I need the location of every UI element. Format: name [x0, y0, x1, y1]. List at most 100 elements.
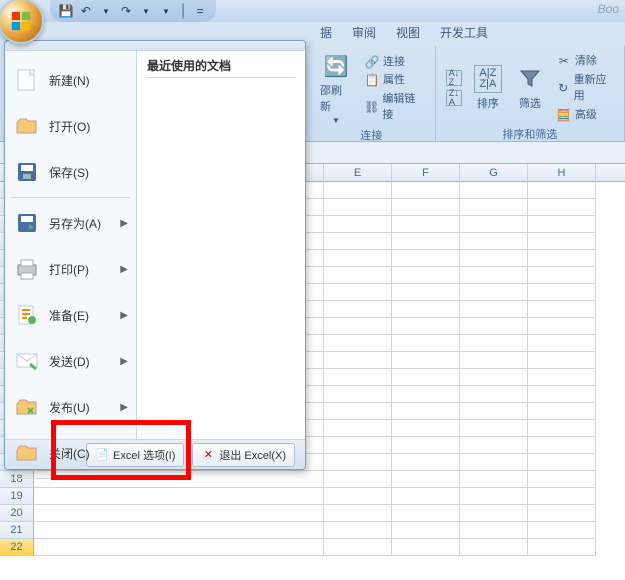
cell[interactable]	[392, 488, 460, 505]
sort-az-button[interactable]: A↓Z	[444, 69, 464, 87]
cell[interactable]	[460, 420, 528, 437]
cell[interactable]	[392, 216, 460, 233]
reapply-button[interactable]: ↻重新应用	[554, 71, 616, 106]
connections-button[interactable]: 🔗连接	[362, 53, 427, 72]
cell[interactable]	[392, 182, 460, 199]
cell[interactable]	[34, 488, 324, 505]
save-icon[interactable]: 💾	[58, 3, 74, 19]
sort-button[interactable]: A|ZZ|A 排序	[470, 63, 506, 113]
cell[interactable]	[392, 471, 460, 488]
cell[interactable]	[324, 301, 392, 318]
cell[interactable]	[460, 250, 528, 267]
cell[interactable]	[392, 386, 460, 403]
cell[interactable]	[324, 352, 392, 369]
cell[interactable]	[460, 369, 528, 386]
cell[interactable]	[460, 471, 528, 488]
menu-item-1[interactable]: 打开(O)	[5, 103, 136, 149]
cell[interactable]	[528, 369, 596, 386]
cell[interactable]	[324, 522, 392, 539]
cell[interactable]	[392, 369, 460, 386]
cell[interactable]	[392, 199, 460, 216]
cell[interactable]	[324, 505, 392, 522]
col-head-e[interactable]: E	[324, 164, 392, 181]
cell[interactable]	[460, 301, 528, 318]
cell[interactable]	[528, 386, 596, 403]
cell[interactable]	[528, 488, 596, 505]
col-head-h[interactable]: H	[528, 164, 596, 181]
cell[interactable]	[324, 216, 392, 233]
cell[interactable]	[324, 488, 392, 505]
cell[interactable]	[392, 250, 460, 267]
cell[interactable]	[324, 199, 392, 216]
cell[interactable]	[460, 318, 528, 335]
cell[interactable]	[324, 471, 392, 488]
cell[interactable]	[324, 182, 392, 199]
cell[interactable]	[324, 369, 392, 386]
cell[interactable]	[460, 386, 528, 403]
menu-item-2[interactable]: 保存(S)	[5, 149, 136, 195]
cell[interactable]	[392, 318, 460, 335]
cell[interactable]	[528, 352, 596, 369]
cell[interactable]	[528, 301, 596, 318]
cell[interactable]	[528, 454, 596, 471]
cell[interactable]	[324, 539, 392, 556]
cell[interactable]	[392, 505, 460, 522]
col-head-g[interactable]: G	[460, 164, 528, 181]
cell[interactable]	[528, 216, 596, 233]
cell[interactable]	[392, 233, 460, 250]
cell[interactable]	[392, 420, 460, 437]
clear-filter-button[interactable]: ✂清除	[554, 52, 616, 71]
redo-icon[interactable]: ↷	[118, 3, 134, 19]
edit-links-button[interactable]: ⛓编辑链接	[362, 90, 427, 125]
qat-extra-icon[interactable]: =	[192, 3, 208, 19]
menu-item-3[interactable]: 另存为(A)▶	[5, 200, 136, 246]
cell[interactable]	[324, 284, 392, 301]
cell[interactable]	[528, 522, 596, 539]
cell[interactable]	[528, 267, 596, 284]
row-head-19[interactable]: 19	[0, 488, 34, 505]
cell[interactable]	[392, 522, 460, 539]
cell[interactable]	[324, 386, 392, 403]
tab-developer[interactable]: 开发工具	[430, 21, 498, 44]
cell[interactable]	[460, 233, 528, 250]
cell[interactable]	[460, 454, 528, 471]
sort-za-button[interactable]: Z↓A	[444, 89, 464, 107]
cell[interactable]	[324, 403, 392, 420]
row-head-21[interactable]: 21	[0, 522, 34, 539]
cell[interactable]	[460, 403, 528, 420]
undo-more-icon[interactable]: ▼	[98, 3, 114, 19]
cell[interactable]	[460, 182, 528, 199]
cell[interactable]	[528, 233, 596, 250]
cell[interactable]	[324, 335, 392, 352]
cell[interactable]	[528, 471, 596, 488]
cell[interactable]	[392, 403, 460, 420]
cell[interactable]	[460, 539, 528, 556]
cell[interactable]	[392, 539, 460, 556]
cell[interactable]	[460, 437, 528, 454]
exit-excel-button[interactable]: ✕ 退出 Excel(X)	[192, 443, 295, 467]
cell[interactable]	[324, 267, 392, 284]
cell[interactable]	[324, 437, 392, 454]
tab-data[interactable]: 据	[310, 21, 342, 44]
filter-button[interactable]: 筛选	[512, 63, 548, 113]
cell[interactable]	[34, 522, 324, 539]
redo-more-icon[interactable]: ▼	[138, 3, 154, 19]
advanced-filter-button[interactable]: 🧮高级	[554, 106, 616, 125]
cell[interactable]	[324, 250, 392, 267]
tab-review[interactable]: 审阅	[342, 21, 386, 44]
menu-item-7[interactable]: 发布(U)▶	[5, 384, 136, 430]
col-head-f[interactable]: F	[392, 164, 460, 181]
cell[interactable]	[392, 301, 460, 318]
cell[interactable]	[460, 488, 528, 505]
cell[interactable]	[34, 505, 324, 522]
cell[interactable]	[528, 199, 596, 216]
refresh-all-button[interactable]: 🔄 邵刷新 ▼	[316, 50, 356, 127]
cell[interactable]	[324, 318, 392, 335]
cell[interactable]	[34, 539, 324, 556]
cell[interactable]	[528, 318, 596, 335]
cell[interactable]	[392, 437, 460, 454]
cell[interactable]	[392, 454, 460, 471]
cell[interactable]	[460, 199, 528, 216]
cell[interactable]	[392, 335, 460, 352]
cell[interactable]	[528, 284, 596, 301]
